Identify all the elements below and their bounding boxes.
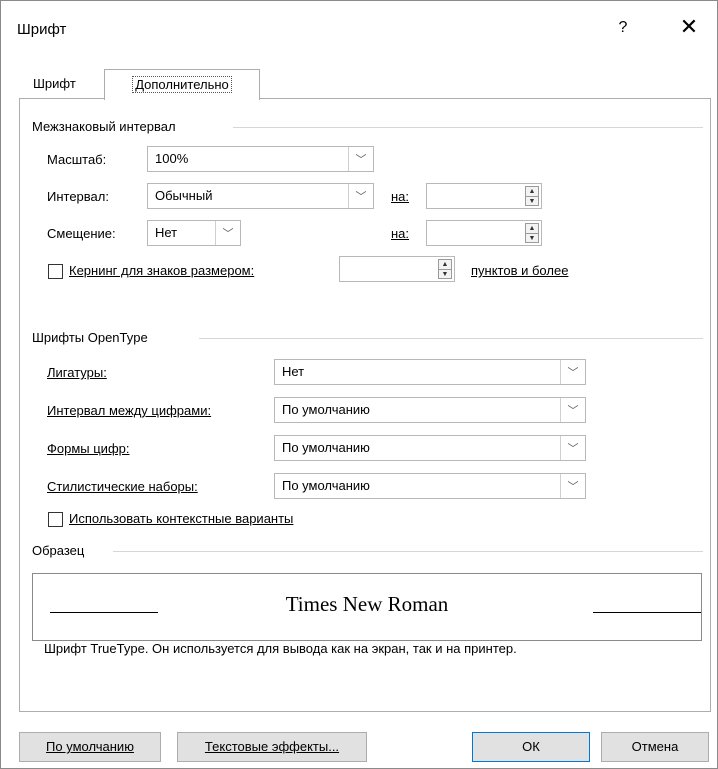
- stylistic-sets-label: Стилистические наборы:: [47, 479, 198, 494]
- preview-description: Шрифт TrueType. Он используется для выво…: [44, 641, 517, 656]
- chevron-down-icon: ﹀: [560, 474, 585, 498]
- stylistic-sets-combo[interactable]: По умолчанию ﹀: [274, 473, 586, 499]
- scale-label: Масштаб:: [47, 152, 107, 167]
- ligatures-value: Нет: [282, 364, 305, 379]
- spin-down-icon[interactable]: ▼: [526, 196, 538, 206]
- preview-sample-text: Times New Roman: [285, 592, 449, 616]
- spin-up-icon[interactable]: ▲: [526, 187, 538, 196]
- spacing-group-divider: [233, 127, 703, 128]
- spin-down-icon[interactable]: ▼: [526, 233, 538, 243]
- cancel-button[interactable]: Отмена: [601, 732, 709, 762]
- stylistic-sets-value: По умолчанию: [282, 478, 370, 493]
- interval-by-spinner[interactable]: ▲ ▼: [426, 183, 542, 209]
- text-effects-button-label: Текстовые эффекты...: [204, 739, 340, 754]
- tab-font-label: Шрифт: [33, 76, 76, 91]
- number-forms-label: Формы цифр:: [47, 441, 130, 456]
- ok-button-label: ОК: [522, 739, 540, 754]
- offset-by-spinner[interactable]: ▲ ▼: [426, 220, 542, 246]
- chevron-down-icon: ﹀: [348, 147, 373, 171]
- tab-advanced[interactable]: Дополнительно: [104, 69, 260, 100]
- preview-right-line: [593, 612, 701, 613]
- opentype-group-divider: [199, 338, 703, 339]
- spin-up-icon[interactable]: ▲: [526, 224, 538, 233]
- dialog-title: Шрифт: [17, 21, 67, 38]
- ok-button[interactable]: ОК: [472, 732, 590, 762]
- chevron-down-icon: ﹀: [560, 360, 585, 384]
- opentype-group-label: Шрифты OpenType: [32, 330, 154, 345]
- preview-box: Times New Roman: [32, 573, 702, 641]
- text-effects-button[interactable]: Текстовые эффекты...: [177, 732, 367, 762]
- offset-label: Смещение:: [47, 226, 116, 241]
- spin-up-icon[interactable]: ▲: [439, 260, 451, 269]
- tab-advanced-label: Дополнительно: [132, 76, 232, 93]
- preview-group-divider: [113, 551, 703, 552]
- default-button[interactable]: По умолчанию: [19, 732, 161, 762]
- ligatures-label: Лигатуры:: [47, 365, 107, 380]
- contextual-checkbox[interactable]: [48, 512, 63, 527]
- help-button[interactable]: ?: [613, 19, 633, 37]
- chevron-down-icon: ﹀: [215, 221, 240, 245]
- spin-buttons[interactable]: ▲ ▼: [438, 259, 452, 279]
- number-forms-combo[interactable]: По умолчанию ﹀: [274, 435, 586, 461]
- kerning-suffix: пунктов и более: [471, 263, 569, 278]
- font-dialog: Шрифт ? ✕ Шрифт Дополнительно Межзнаковы…: [0, 0, 718, 769]
- ligatures-combo[interactable]: Нет ﹀: [274, 359, 586, 385]
- contextual-label[interactable]: Использовать контекстные варианты: [69, 511, 293, 526]
- number-spacing-label: Интервал между цифрами:: [47, 403, 212, 418]
- preview-group-label: Образец: [32, 543, 91, 558]
- chevron-down-icon: ﹀: [560, 398, 585, 422]
- spin-buttons[interactable]: ▲ ▼: [525, 223, 539, 243]
- offset-value: Нет: [155, 225, 178, 240]
- chevron-down-icon: ﹀: [348, 184, 373, 208]
- kerning-checkbox[interactable]: [48, 264, 63, 279]
- number-spacing-value: По умолчанию: [282, 402, 370, 417]
- number-forms-value: По умолчанию: [282, 440, 370, 455]
- number-spacing-combo[interactable]: По умолчанию ﹀: [274, 397, 586, 423]
- offset-by-label: на:: [391, 226, 410, 241]
- interval-combo[interactable]: Обычный ﹀: [147, 183, 374, 209]
- interval-label: Интервал:: [47, 189, 109, 204]
- spin-down-icon[interactable]: ▼: [439, 269, 451, 279]
- default-button-label: По умолчанию: [46, 739, 134, 754]
- kerning-spinner[interactable]: ▲ ▼: [339, 256, 455, 282]
- spacing-group-label: Межзнаковый интервал: [32, 119, 182, 134]
- cancel-button-label: Отмена: [631, 739, 679, 754]
- scale-value: 100%: [155, 151, 189, 166]
- chevron-down-icon: ﹀: [560, 436, 585, 460]
- close-icon[interactable]: ✕: [677, 15, 701, 39]
- spin-buttons[interactable]: ▲ ▼: [525, 186, 539, 206]
- kerning-label[interactable]: Кернинг для знаков размером:: [69, 263, 254, 278]
- scale-combo[interactable]: 100% ﹀: [147, 146, 374, 172]
- offset-combo[interactable]: Нет ﹀: [147, 220, 241, 246]
- tab-font[interactable]: Шрифт: [29, 72, 99, 98]
- interval-by-label: на:: [391, 189, 410, 204]
- interval-value: Обычный: [155, 188, 213, 203]
